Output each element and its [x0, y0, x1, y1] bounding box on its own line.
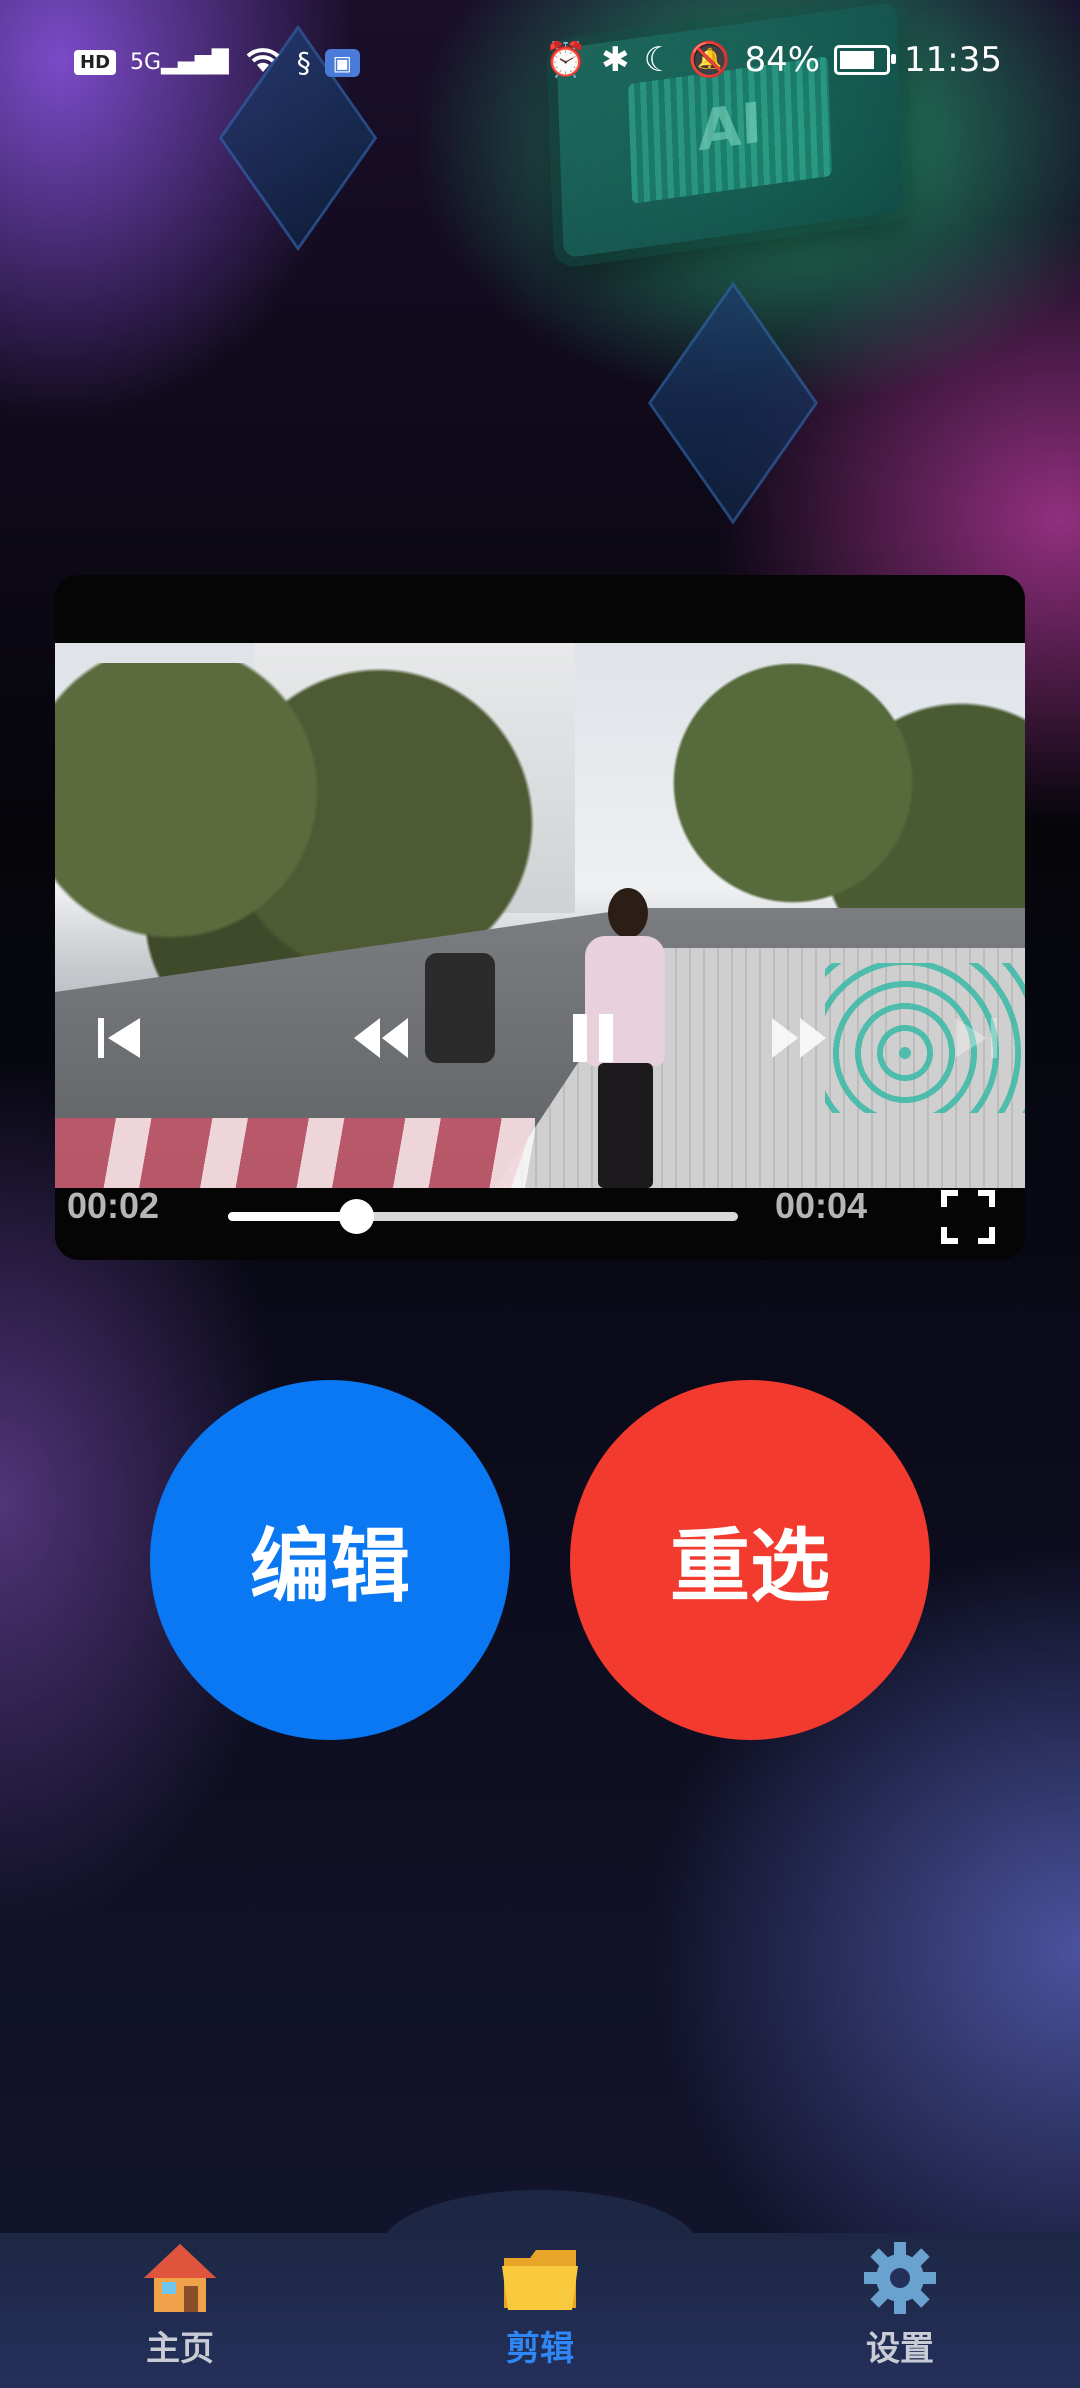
skip-next-button[interactable]: [935, 998, 1015, 1078]
duration: 00:04: [775, 1185, 868, 1226]
wifi-icon: [243, 44, 283, 81]
mute-bell-icon: 🔕: [688, 40, 731, 80]
seek-bar-progress: [228, 1212, 356, 1221]
hd-icon: HD: [74, 50, 117, 75]
skip-next-icon: [955, 1018, 997, 1058]
pause-button[interactable]: [553, 998, 633, 1078]
seek-bar-area: 00:02 00:04: [55, 1175, 1025, 1255]
nav-item-settings[interactable]: 设置: [800, 2233, 1000, 2388]
fast-forward-icon: [772, 1018, 826, 1058]
folder-icon: [502, 2250, 578, 2310]
signal-icon: 5G▂▄▆█: [130, 50, 229, 75]
current-time: 00:02: [67, 1185, 160, 1226]
reselect-button[interactable]: 重选: [570, 1380, 930, 1740]
nav-label-settings: 设置: [866, 2329, 934, 2369]
moon-icon: ☾: [643, 40, 675, 80]
rewind-icon: [354, 1018, 408, 1058]
pause-icon: [573, 1014, 613, 1062]
fullscreen-icon: [941, 1190, 995, 1244]
gear-icon: [864, 2242, 936, 2314]
skip-previous-icon: [98, 1018, 140, 1058]
clock: 11:35: [904, 40, 1002, 80]
alarm-icon: ⏰: [544, 40, 588, 80]
edit-button[interactable]: 编辑: [150, 1380, 510, 1740]
nav-item-home[interactable]: 主页: [80, 2233, 280, 2388]
rewind-button[interactable]: [340, 998, 420, 1078]
signal-label: 5G: [130, 50, 162, 75]
battery-icon: [834, 45, 897, 75]
status-bar: HD 5G▂▄▆█ § ▣ ⏰ ✱ ☾ 🔕 84% 11:35: [0, 0, 1080, 130]
playback-controls: [55, 998, 1025, 1078]
skip-previous-button[interactable]: [80, 998, 160, 1078]
fast-forward-button[interactable]: [760, 998, 840, 1078]
bluetooth-icon: ✱: [601, 40, 630, 80]
nav-label-edit: 剪辑: [506, 2329, 574, 2369]
seek-bar-thumb[interactable]: [338, 1199, 374, 1234]
video-frame[interactable]: [55, 643, 1025, 1188]
nav-item-edit[interactable]: 剪辑: [440, 2233, 640, 2388]
video-player: 00:02 00:04: [55, 575, 1025, 1260]
nav-label-home: 主页: [146, 2329, 214, 2369]
sim-card-icon: ▣: [324, 48, 360, 77]
seek-bar[interactable]: [228, 1199, 738, 1234]
house-icon: [144, 2244, 216, 2312]
sync-icon: §: [296, 46, 311, 79]
fullscreen-button[interactable]: [938, 1187, 998, 1247]
bottom-nav: 主页 剪辑 设置: [0, 2233, 1080, 2388]
battery-percent: 84%: [744, 40, 821, 80]
